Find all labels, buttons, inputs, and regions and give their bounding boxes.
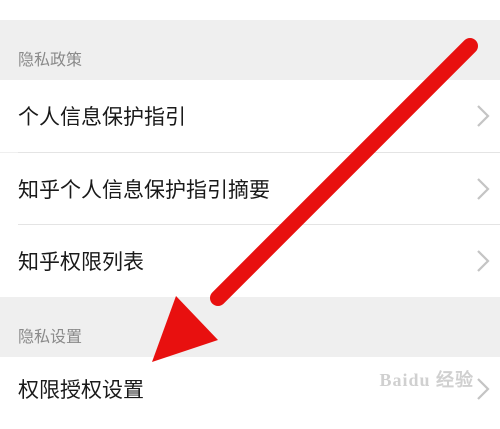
list-item-label: 知乎权限列表 bbox=[18, 250, 144, 274]
top-strip bbox=[0, 0, 500, 20]
list-item-label: 知乎个人信息保护指引摘要 bbox=[18, 178, 270, 202]
list-item-permissions-list[interactable]: 知乎权限列表 bbox=[0, 225, 500, 297]
section-header-privacy-settings: 隐私设置 bbox=[0, 297, 500, 357]
list-item-label: 权限授权设置 bbox=[18, 378, 144, 402]
section-title: 隐私政策 bbox=[18, 50, 83, 69]
list-item-personal-info-guide[interactable]: 个人信息保护指引 bbox=[0, 80, 500, 152]
chevron-right-icon bbox=[477, 178, 490, 200]
chevron-right-icon bbox=[477, 250, 490, 272]
watermark: Baidu 经验 bbox=[379, 370, 474, 390]
chevron-right-icon bbox=[477, 105, 490, 127]
section-header-privacy-policy: 隐私政策 bbox=[0, 20, 500, 80]
chevron-right-icon bbox=[477, 378, 490, 400]
list-item-label: 个人信息保护指引 bbox=[18, 105, 186, 129]
list-item-personal-info-summary[interactable]: 知乎个人信息保护指引摘要 bbox=[0, 153, 500, 225]
section-title: 隐私设置 bbox=[18, 327, 83, 346]
